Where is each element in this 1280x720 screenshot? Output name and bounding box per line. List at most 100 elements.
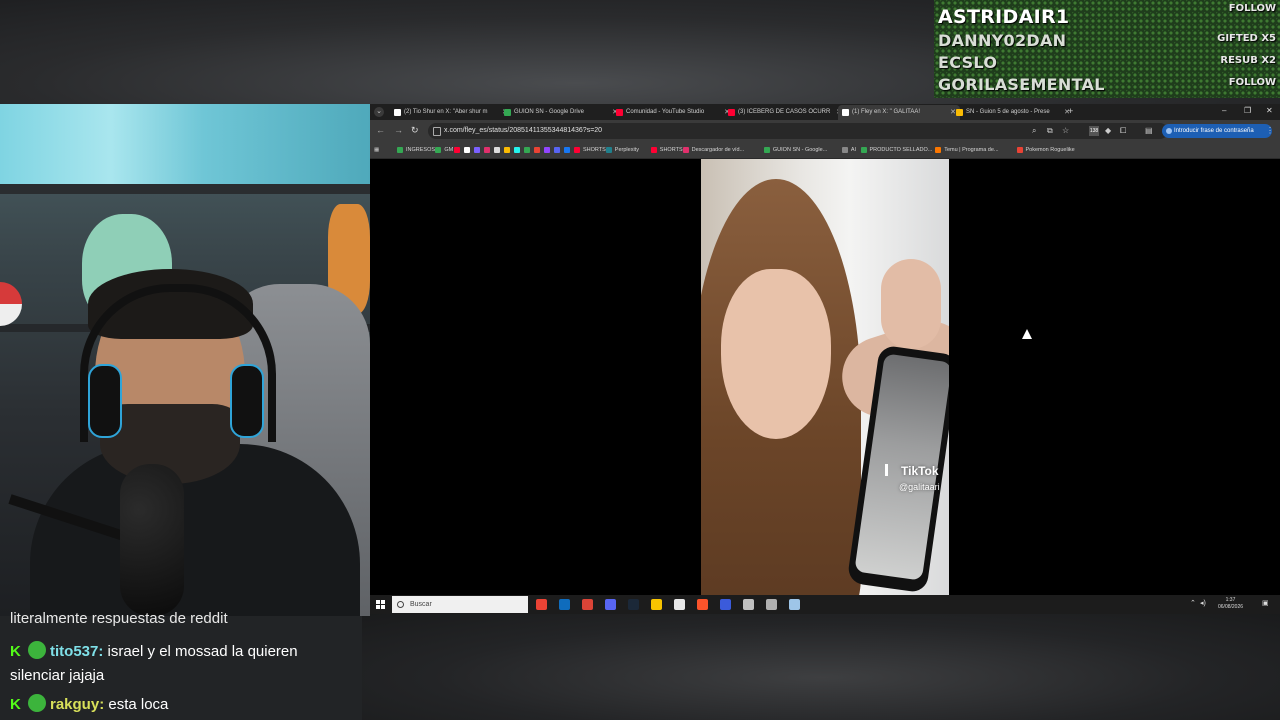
chat-message: Krakguy: esta loca [10,693,355,717]
x-icon [394,109,401,116]
discord-icon[interactable] [605,599,616,610]
steam-icon[interactable] [628,599,639,610]
bookmark-favicon-icon [554,147,560,153]
bookmark-favicon-icon [534,147,540,153]
bookmark-item[interactable]: Perplexity [605,142,639,158]
bookmark-favicon-icon [935,147,942,153]
bookmark-item[interactable]: SHORTS [574,142,606,158]
app-icon[interactable] [743,599,754,610]
extension-icon[interactable]: ◆ [1105,126,1111,135]
browser-tab[interactable]: SN - Guion 5 de agosto - Prese ✕ [952,105,1074,120]
chat-message-text: esta loca [104,696,169,713]
bookmark-item[interactable]: SHORTS [650,142,683,158]
extensions-puzzle-icon[interactable]: ⧠ [1120,126,1126,136]
video-subject-hand [881,259,941,349]
password-passphrase-button[interactable]: Introducir frase de contraseña [1162,124,1272,138]
bookmark-favicon-icon [544,147,550,153]
alert-username: GORILASEMENTAL [938,75,1105,94]
windows-taskbar: Buscar ⌃ ◂) 1:37 06/08/2026 ▣ [370,595,1280,614]
bookmark-favicon-icon [650,147,657,153]
mouse-cursor-icon [1022,329,1032,339]
brave-icon[interactable] [697,599,708,610]
back-icon[interactable]: ← [376,125,385,135]
browser-tab[interactable]: GUION SN - Google Drive ✕ [500,105,622,120]
headset-earcup [230,364,264,438]
tiktok-handle: @galitaari [899,482,940,492]
recent-events-panel: ASTRIDAIR1 FOLLOW DANNY02DAN GIFTED X5 E… [934,0,1280,98]
bookmark-item[interactable]: AI [841,142,856,158]
headset-earcup [88,364,122,438]
alert-username: DANNY02DAN [938,31,1067,50]
minimize-button[interactable]: – [1222,106,1226,115]
chat-username: rakguy: [50,696,105,713]
app-icon[interactable] [766,599,777,610]
alert-row: GORILASEMENTAL FOLLOW [934,74,1280,96]
extension-icon[interactable]: 138 [1089,126,1099,136]
bookmark-item[interactable]: Descargador de víd... [682,142,744,158]
kick-badge-icon: K [10,643,21,660]
alert-username: ECSLO [938,53,998,72]
browser-tab[interactable]: Comunidad - YouTube Studio ✕ [612,105,734,120]
file-explorer-icon[interactable] [651,599,662,610]
bookmark-item[interactable]: INGRESOS [397,142,435,158]
bookmark-favicon-icon [464,147,470,153]
bookmark-item[interactable]: Pokemon Roguelike [1016,142,1075,158]
address-bar[interactable]: x.com/fley_es/status/2085141135534481436… [428,123,1168,139]
site-info-icon[interactable] [433,127,441,136]
chat-overlay: literalmente respuestas de reddit Ktito5… [0,610,362,720]
menu-icon[interactable]: ⋮ [1266,126,1274,135]
clock-time: 1:37 [1225,597,1236,603]
new-tab-button[interactable]: + [1068,106,1073,116]
search-icon [397,601,404,608]
outlook-icon[interactable] [559,599,570,610]
bookmark-item[interactable]: PRODUCTO SELLADO... [860,142,932,158]
taskbar-search[interactable]: Buscar [392,596,528,613]
notepad-icon[interactable] [674,599,685,610]
windows-start-icon[interactable] [376,600,385,609]
tab-title: GUION SN - Google Drive [514,109,585,115]
tiktok-watermark: TikTok [885,464,939,478]
bookmark-favicon-icon [860,147,867,153]
bookmark-favicon-icon [454,147,460,153]
alert-type: RESUB X2 [1220,55,1276,66]
tab-strip: ⌄ (2) Tio Shur en X: "Aber shur m ✕ GUIO… [370,104,1280,120]
tiktok-video[interactable]: TikTok @galitaari [701,159,949,595]
speaker-icon[interactable]: ◂) [1200,599,1206,607]
bookmark-favicon-icon [494,147,500,153]
tab-search-icon[interactable]: ⌄ [374,107,384,117]
app-icon[interactable] [720,599,731,610]
browser-tab[interactable]: (2) Tio Shur en X: "Aber shur m ✕ [390,105,512,120]
alert-row: DANNY02DAN GIFTED X5 [934,30,1280,52]
bookmark-label: Temu | Programa de... [944,147,999,153]
browser-tab[interactable]: (3) ICEBERG DE CASOS OCURR ✕ [724,105,846,120]
browser-tab-active[interactable]: (1) Fley en X: " GALITAA! ✕ [838,105,960,120]
bookmark-label: Perplexity [614,147,639,153]
reload-icon[interactable]: ↻ [411,125,419,136]
maximize-button[interactable]: ❐ [1244,106,1251,115]
tiktok-brand: TikTok [901,464,939,478]
bookmark-favicon-icon [514,147,520,153]
bookmark-item[interactable]: Temu | Programa de... [935,142,999,158]
bookmark-star-icon[interactable]: ☆ [1062,126,1069,135]
bookmark-item[interactable]: GUION SN - Google... [763,142,827,158]
bookmark-item[interactable]: GM [435,142,453,158]
apps-grid-icon[interactable]: ▦ [374,142,379,158]
chrome-icon[interactable] [536,599,547,610]
system-clock[interactable]: 1:37 06/08/2026 [1218,597,1243,611]
cast-icon[interactable]: ⧉ [1047,126,1053,136]
shelf [0,184,370,194]
bookmark-favicon-icon [397,147,403,153]
sidebar-icon[interactable]: ▤ [1145,126,1153,135]
tray-overflow-icon[interactable]: ⌃ [1190,599,1196,607]
forward-icon[interactable]: → [394,125,403,135]
ceiling-light [0,104,370,184]
bookmark-favicon-icon [474,147,480,153]
chat-message: Ktito537: israel y el mossad la quieren … [10,640,355,688]
zoom-icon[interactable]: ⌕ [1032,126,1036,136]
notifications-icon[interactable]: ▣ [1262,599,1269,607]
bookmark-favicon-icon [841,147,848,153]
chrome-profile-icon[interactable] [582,599,593,610]
bookmark-favicon-icon [564,147,570,153]
app-icon[interactable] [789,599,800,610]
close-window-button[interactable]: ✕ [1266,106,1273,115]
